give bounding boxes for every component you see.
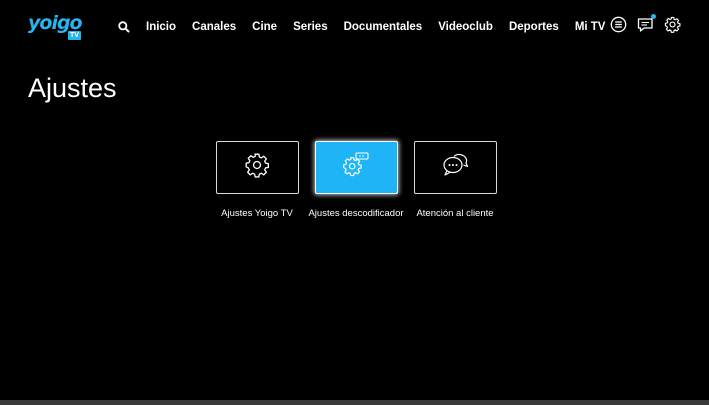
card-ajustes-yoigo-tv[interactable]: Ajustes Yoigo TV [215, 141, 299, 220]
card-label: Ajustes descodificador [308, 208, 404, 219]
logo-badge: TV [68, 31, 81, 40]
notification-dot [651, 14, 656, 19]
nav-item-videoclub[interactable]: Videoclub [438, 19, 493, 35]
yoigo-tv-logo[interactable]: yoigo TV [28, 12, 84, 40]
nav-item-deportes[interactable]: Deportes [509, 19, 559, 35]
search-icon[interactable] [117, 20, 131, 34]
nav-item-documentales[interactable]: Documentales [344, 19, 423, 35]
header-actions [610, 14, 681, 33]
settings-options: Ajustes Yoigo TV Ajustes descodificador … [215, 141, 497, 220]
card-tile[interactable] [215, 141, 299, 194]
nav-item-series[interactable]: Series [293, 19, 328, 35]
card-tile-selected[interactable] [314, 141, 398, 194]
logo-word: yoigo [28, 12, 83, 34]
messages-icon[interactable] [637, 14, 656, 33]
card-label: Atención al cliente [416, 208, 494, 219]
decoder-settings-icon [342, 152, 370, 183]
nav-item-canales[interactable]: Canales [192, 19, 236, 35]
card-label: Ajustes Yoigo TV [221, 208, 293, 219]
nav-item-mi-tv[interactable]: Mi TV [575, 19, 606, 35]
nav-item-cine[interactable]: Cine [252, 19, 277, 35]
guide-list-icon[interactable] [610, 16, 627, 33]
card-tile[interactable] [413, 141, 497, 194]
card-atencion-al-cliente[interactable]: Atención al cliente [413, 141, 497, 220]
chat-bubbles-icon [441, 152, 469, 183]
nav-item-inicio[interactable]: Inicio [146, 19, 176, 35]
main-nav: Inicio Canales Cine Series Documentales … [146, 19, 621, 35]
gear-icon [244, 152, 270, 183]
bottom-scrollbar [0, 400, 709, 405]
app-window: yoigo TV Inicio Canales Cine Series Docu… [0, 0, 709, 405]
card-ajustes-descodificador[interactable]: Ajustes descodificador [308, 141, 404, 220]
page-title: Ajustes [28, 73, 117, 103]
settings-icon[interactable] [664, 16, 681, 33]
